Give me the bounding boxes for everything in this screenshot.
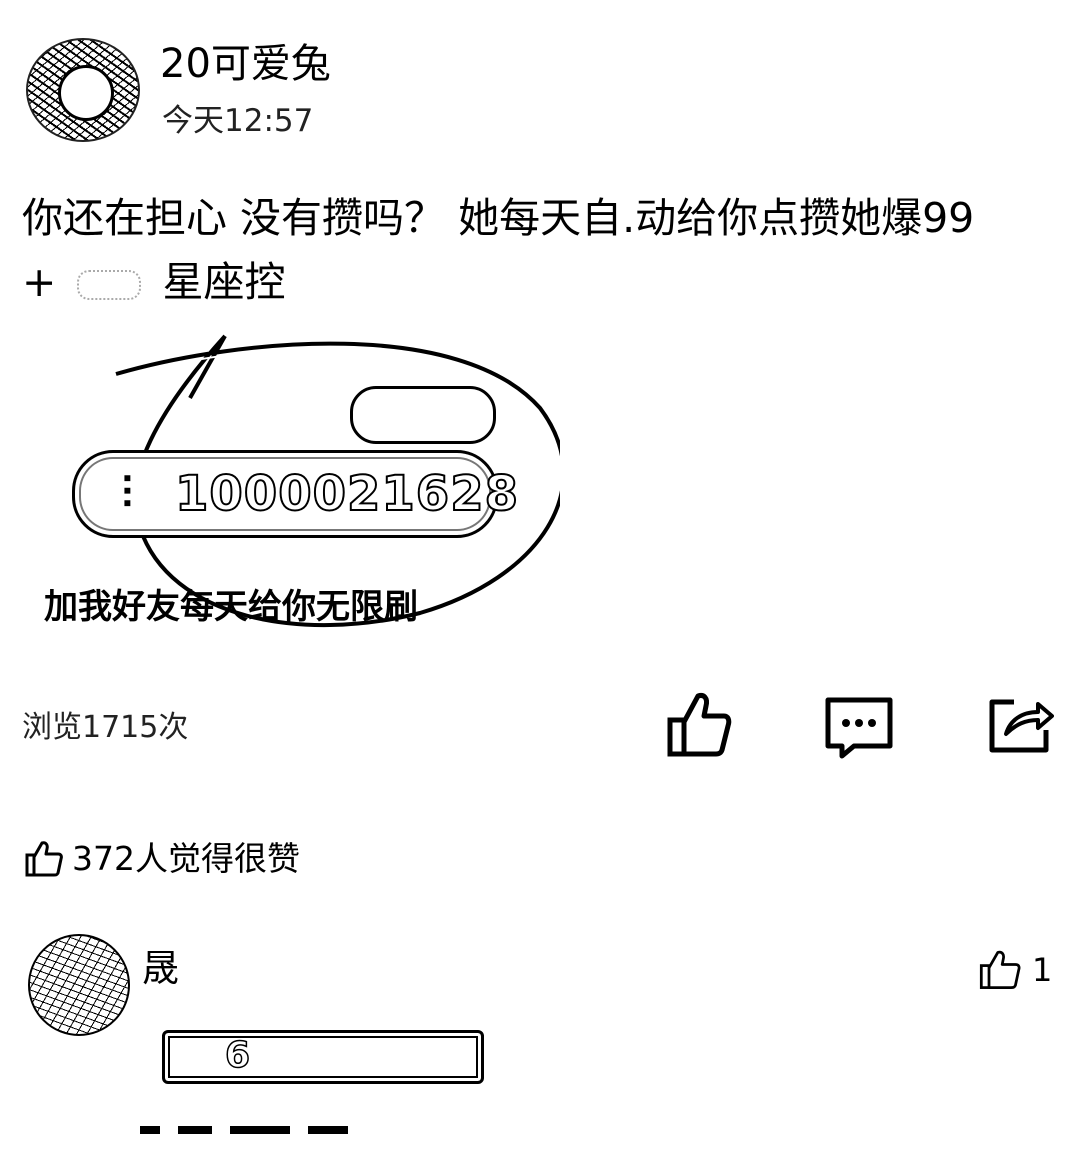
post-text: 你还在担心 没有攒吗？ 她每天自.动给你点攒她爆99 + 星座控 — [22, 186, 1062, 314]
comment-dots-icon — [825, 697, 893, 759]
thumbs-up-outline-icon — [979, 950, 1021, 989]
like-button[interactable] — [664, 690, 734, 760]
author-name[interactable]: 20可爱兔 — [160, 38, 331, 90]
blurred-emoji — [77, 270, 142, 300]
id-number: 1000021628 — [174, 465, 519, 523]
thumbs-up-small-icon — [25, 841, 63, 877]
id-pill: ⫶ 1000021628 — [72, 450, 519, 538]
comment-button[interactable] — [824, 694, 894, 764]
likes-summary-text: 372人觉得很赞 — [72, 839, 300, 878]
share-button[interactable] — [984, 690, 1054, 760]
comment-like-count: 1 — [1032, 951, 1053, 989]
comment-content: 6 — [162, 1030, 484, 1084]
next-comment-cutoff — [140, 1126, 420, 1156]
author-avatar[interactable] — [26, 38, 140, 142]
view-count: 浏览1715次 — [22, 710, 189, 745]
post-text-line-1: 你还在担心 没有攒吗？ 她每天自.动给你点攒她爆99 — [22, 194, 975, 242]
post-time: 今天12:57 — [162, 103, 314, 139]
person-icon: ⫶ — [121, 468, 133, 519]
share-icon — [989, 699, 1054, 753]
post-text-tag: 星座控 — [162, 258, 286, 306]
likes-summary[interactable]: 372人觉得很赞 — [24, 836, 300, 882]
thumbs-up-icon — [667, 693, 732, 757]
post-text-line-2: + 星座控 — [22, 250, 1062, 314]
commenter-avatar[interactable] — [28, 934, 130, 1036]
image-caption: 加我好友每天给你无限刷 — [44, 587, 418, 627]
blurred-label-pill — [350, 386, 496, 444]
commenter-name[interactable]: 晟 — [142, 944, 179, 994]
comment-like-button[interactable]: 1 — [978, 948, 1052, 992]
post-text-plus: + — [22, 258, 57, 306]
post-image[interactable]: ⫶ 1000021628 加我好友每天给你无限刷 — [40, 328, 560, 638]
comment-text: 6 — [224, 1034, 251, 1077]
